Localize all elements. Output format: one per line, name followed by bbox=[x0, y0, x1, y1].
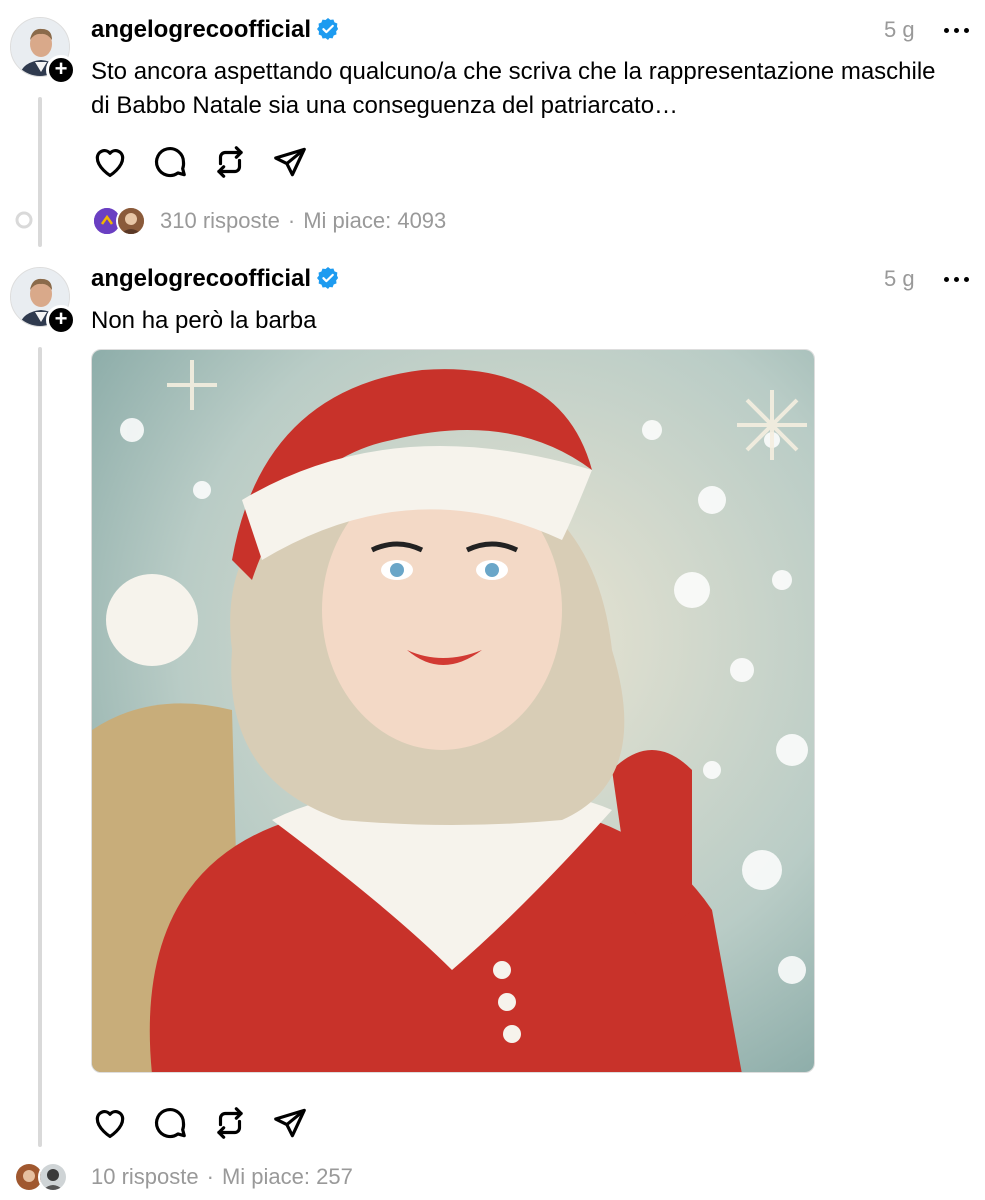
replies-count[interactable]: 310 risposte bbox=[160, 208, 280, 233]
post-stats: 310 risposte · Mi piace: 4093 bbox=[160, 206, 446, 236]
post-2-actions bbox=[91, 1104, 331, 1144]
repost-icon[interactable] bbox=[211, 1104, 249, 1142]
follow-plus-icon[interactable]: + bbox=[46, 305, 76, 335]
send-icon[interactable] bbox=[271, 1104, 309, 1142]
post-text: Sto ancora aspettando qualcuno/a che scr… bbox=[91, 58, 936, 119]
post-image[interactable] bbox=[91, 349, 815, 1073]
post-text: Non ha però la barba bbox=[91, 307, 317, 334]
more-icon[interactable] bbox=[944, 15, 970, 45]
heart-icon[interactable] bbox=[91, 143, 129, 181]
verified-badge-icon bbox=[317, 267, 339, 289]
follow-plus-icon[interactable]: + bbox=[46, 55, 76, 85]
repost-icon[interactable] bbox=[211, 143, 249, 181]
post-1: + angelogrecoofficial 5 g Sto ancora asp… bbox=[0, 0, 985, 250]
reply-avatar-2 bbox=[116, 206, 146, 236]
likes-count[interactable]: Mi piace: 257 bbox=[222, 1164, 353, 1189]
thread-line bbox=[38, 347, 42, 1147]
thread-end-icon bbox=[15, 211, 33, 229]
post-actions bbox=[91, 143, 331, 183]
username[interactable]: angelogrecoofficial bbox=[91, 15, 339, 45]
verified-badge-icon bbox=[317, 18, 339, 40]
reply-avatar-2 bbox=[38, 1162, 68, 1192]
author-avatar[interactable]: + bbox=[10, 267, 76, 335]
username[interactable]: angelogrecoofficial bbox=[91, 264, 339, 294]
comment-icon[interactable] bbox=[151, 143, 189, 181]
more-icon[interactable] bbox=[944, 264, 970, 294]
meta-separator: · bbox=[287, 208, 296, 233]
post-time: 5 g bbox=[884, 266, 915, 291]
post-2-stats: 10 risposte · Mi piace: 257 bbox=[91, 1162, 353, 1192]
heart-icon[interactable] bbox=[91, 1104, 129, 1142]
meta-separator: · bbox=[206, 1164, 214, 1189]
send-icon[interactable] bbox=[271, 143, 309, 181]
author-avatar[interactable]: + bbox=[10, 17, 76, 85]
likes-count[interactable]: Mi piace: 4093 bbox=[303, 208, 446, 233]
post-time: 5 g bbox=[884, 17, 915, 42]
comment-icon[interactable] bbox=[151, 1104, 189, 1142]
replies-count[interactable]: 10 risposte bbox=[91, 1164, 199, 1189]
